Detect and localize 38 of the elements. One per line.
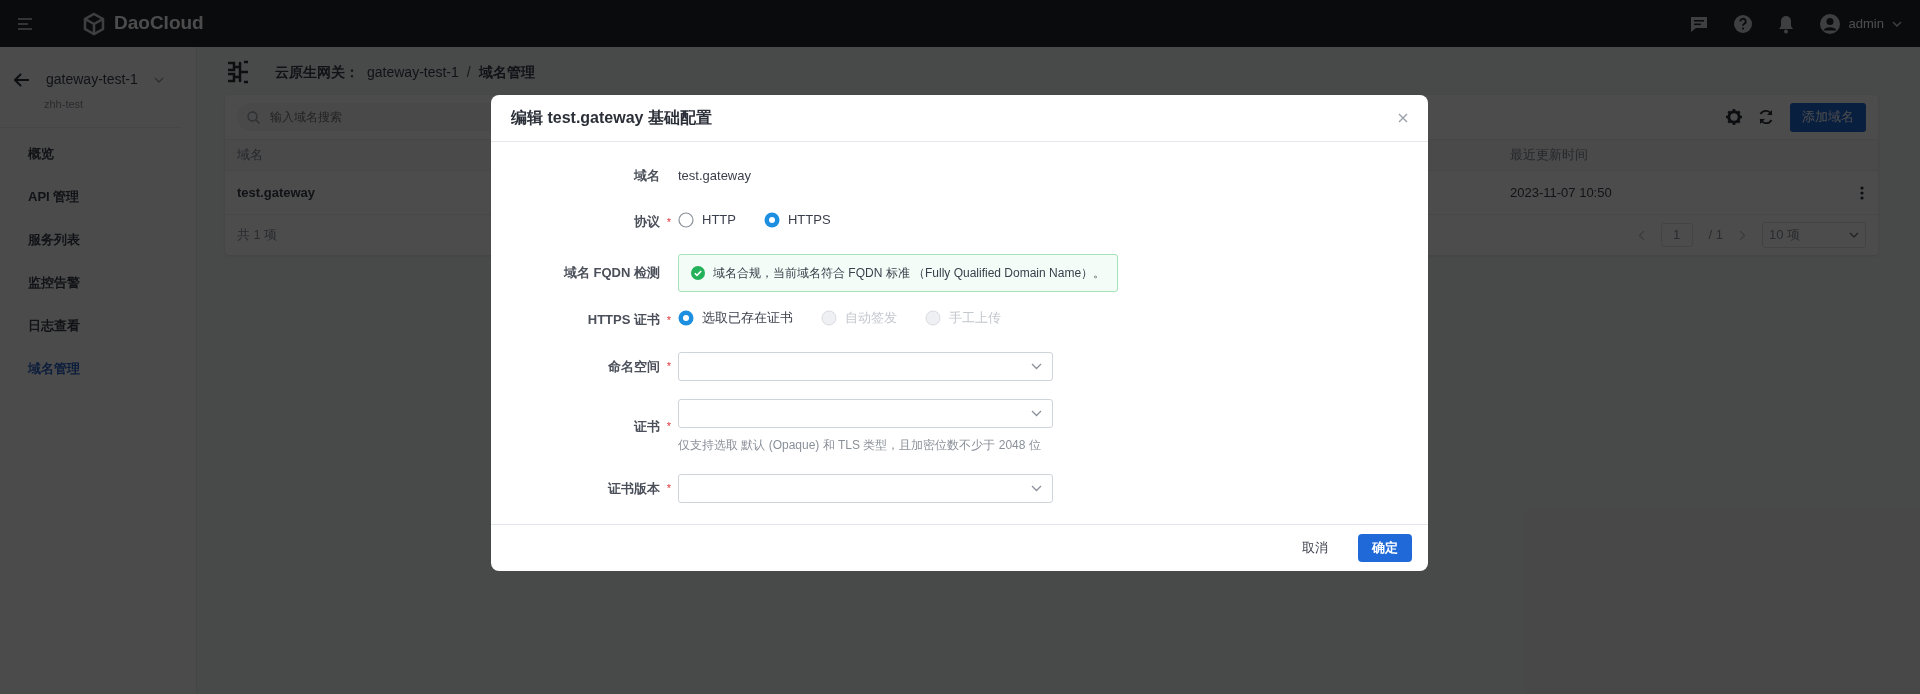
confirm-button[interactable]: 确定 <box>1358 534 1412 562</box>
dialog-title: 编辑 test.gateway 基础配置 <box>511 108 712 128</box>
chevron-down-icon <box>1031 485 1042 492</box>
field-label: 域名 <box>632 167 660 186</box>
field-value: test.gateway <box>678 168 751 184</box>
hint-text: 仅支持选取 默认 (Opaque) 和 TLS 类型，且加密位数不少于 2048 位 <box>678 437 1042 454</box>
field-label: 命名空间 <box>607 357 660 376</box>
radio-label[interactable]: HTTPS <box>787 210 831 230</box>
required-mark: * <box>666 482 672 495</box>
radio-label: 自动签发 <box>845 309 897 328</box>
radio-label[interactable]: HTTP <box>702 210 736 230</box>
select-field[interactable] <box>678 474 1053 503</box>
field-label: 协议 <box>633 213 660 232</box>
field-label: 证书版本 <box>606 479 660 498</box>
field-label: 域名 FQDN 检测 <box>562 264 660 283</box>
close-icon[interactable] <box>1398 113 1408 123</box>
radio-button[interactable] <box>678 212 694 229</box>
select-field[interactable] <box>678 399 1053 428</box>
chevron-down-icon <box>1031 410 1042 417</box>
table-cell: test.gateway <box>237 184 316 200</box>
required-mark: * <box>666 313 672 326</box>
field-label: HTTPS 证书 <box>586 311 660 330</box>
cancel-button[interactable]: 取消 <box>1290 534 1340 562</box>
alert-message: 域名合规，当前域名符合 FQDN 标准 （Fully Qualified Domain Name）。 <box>713 265 1106 282</box>
field-label: 证书 <box>632 417 660 436</box>
chevron-down-icon <box>1031 363 1042 370</box>
required-mark: * <box>666 420 672 433</box>
radio-label: 手工上传 <box>949 309 1001 328</box>
select-field[interactable] <box>678 352 1053 381</box>
radio-button[interactable] <box>678 310 694 327</box>
radio-label[interactable]: 选取已存在证书 <box>702 308 793 328</box>
required-mark: * <box>666 360 672 373</box>
table-cell: 2023-11-07 10:50 <box>1510 184 1612 200</box>
brand-name: DaoCloud <box>114 11 204 36</box>
radio-button[interactable] <box>763 212 780 229</box>
breadcrumb-separator: / <box>466 62 471 82</box>
check-circle-icon <box>691 266 705 280</box>
required-mark: * <box>666 215 672 228</box>
